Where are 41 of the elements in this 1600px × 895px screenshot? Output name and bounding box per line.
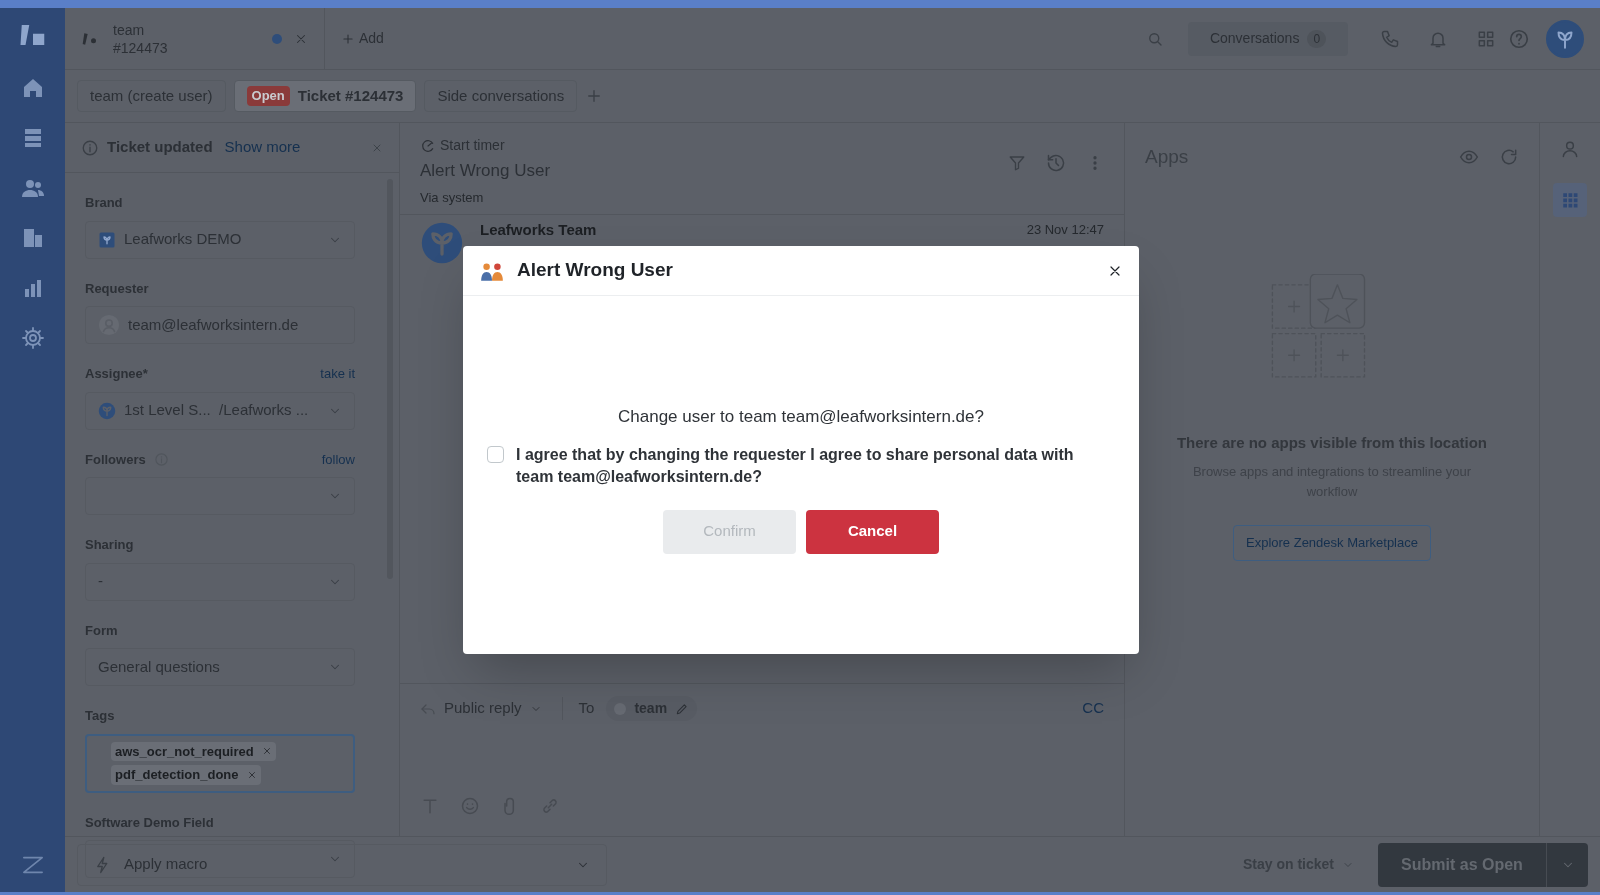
plus-icon [341,31,355,46]
grid-icon [1561,191,1579,209]
status-badge: Open [246,86,290,106]
user-icon[interactable] [1560,139,1580,159]
via-label: Via system [420,188,485,207]
submit-options-button[interactable] [1546,842,1588,887]
group-icon [98,401,116,420]
dialog-title: Alert Wrong User [517,258,674,283]
pencil-icon [675,701,690,716]
remove-icon [261,746,272,757]
remove-icon [246,769,257,780]
tags-field[interactable]: aws_ocr_not_required pdf_detection_done [85,733,355,793]
select-field[interactable]: - [85,562,355,601]
show-more-link[interactable]: Show more [224,136,301,159]
apps-button[interactable] [1553,183,1587,217]
cc-link[interactable]: CC [1082,697,1104,720]
help-icon[interactable] [1508,27,1530,50]
avatar[interactable] [1546,19,1584,58]
marketplace-button[interactable]: Explore Zendesk Marketplace [1233,525,1431,561]
settings-icon[interactable] [20,326,45,350]
phone-icon[interactable] [1380,28,1400,49]
cancel-button[interactable]: Cancel [806,509,939,554]
dialog-question: Change user to team team@leafworksintern.de? [618,406,984,428]
filter-icon[interactable] [1008,154,1026,172]
author-name: Leafworks Team [480,221,597,238]
info-icon [81,138,99,157]
tag[interactable]: aws_ocr_not_required [111,741,276,761]
field-value: - [98,571,104,592]
brand-icon [98,230,116,249]
select-field[interactable] [85,477,355,515]
field-action-link[interactable]: follow [321,449,355,469]
select-field[interactable] [85,840,355,878]
history-icon[interactable] [1046,153,1066,173]
tag[interactable]: pdf_detection_done [111,765,261,785]
field-action-link[interactable]: take it [320,364,355,384]
message-time: 23 Nov 12:47 [1026,221,1104,238]
ticket-tab[interactable]: Open Ticket #124473 [233,80,417,112]
consent-checkbox[interactable] [487,445,504,463]
consent-label: I agree that by changing the requester I agree to share personal data with team team@leafworksintern.de? [516,444,1075,487]
author-avatar-icon [420,221,464,265]
timer-icon [420,137,436,154]
